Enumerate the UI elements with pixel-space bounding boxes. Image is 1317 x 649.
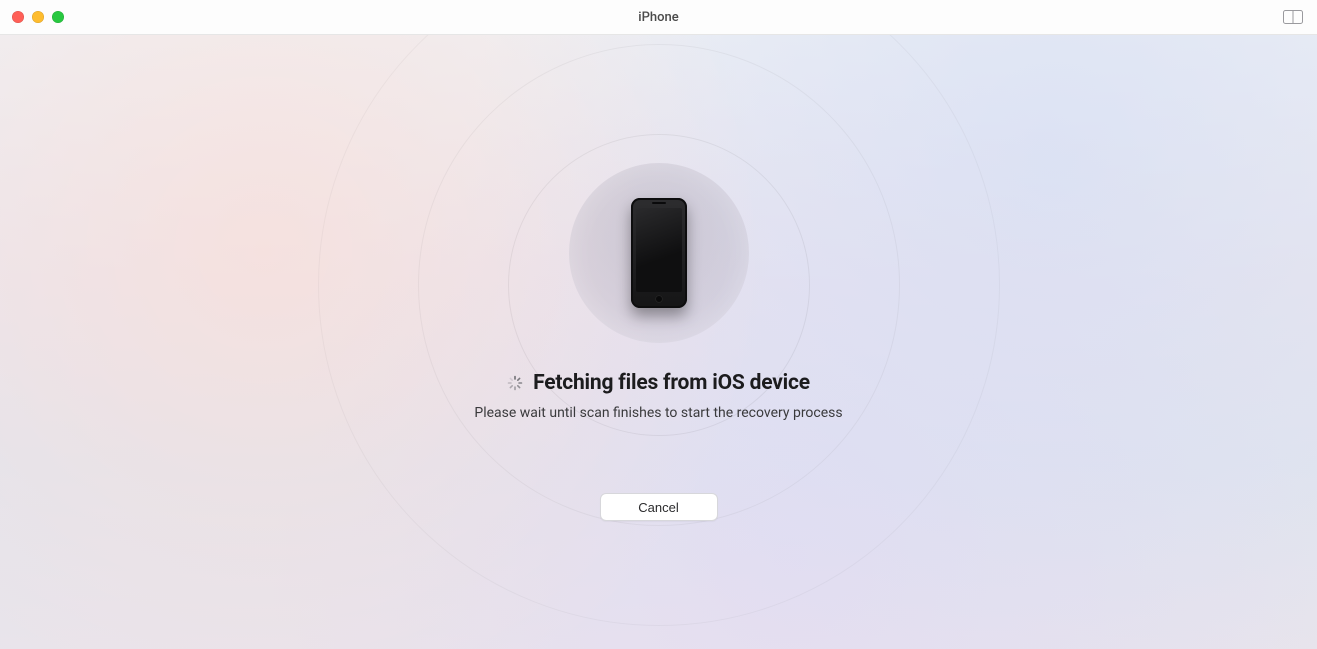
cancel-button-label: Cancel — [638, 500, 678, 515]
titlebar: iPhone — [0, 0, 1317, 35]
app-window: iPhone — [0, 0, 1317, 649]
status-subtext: Please wait until scan finishes to start… — [474, 405, 842, 421]
window-title: iPhone — [0, 10, 1317, 25]
iphone-device-icon — [631, 198, 687, 308]
main-content: Fetching files from iOS device Please wa… — [0, 35, 1317, 649]
cancel-button[interactable]: Cancel — [600, 493, 718, 521]
spinner-icon — [507, 375, 523, 391]
split-view-icon[interactable] — [1283, 10, 1303, 24]
window-controls — [0, 11, 64, 23]
device-illustration — [569, 163, 749, 343]
status-heading: Fetching files from iOS device — [533, 371, 810, 395]
close-icon[interactable] — [12, 11, 24, 23]
minimize-icon[interactable] — [32, 11, 44, 23]
zoom-icon[interactable] — [52, 11, 64, 23]
